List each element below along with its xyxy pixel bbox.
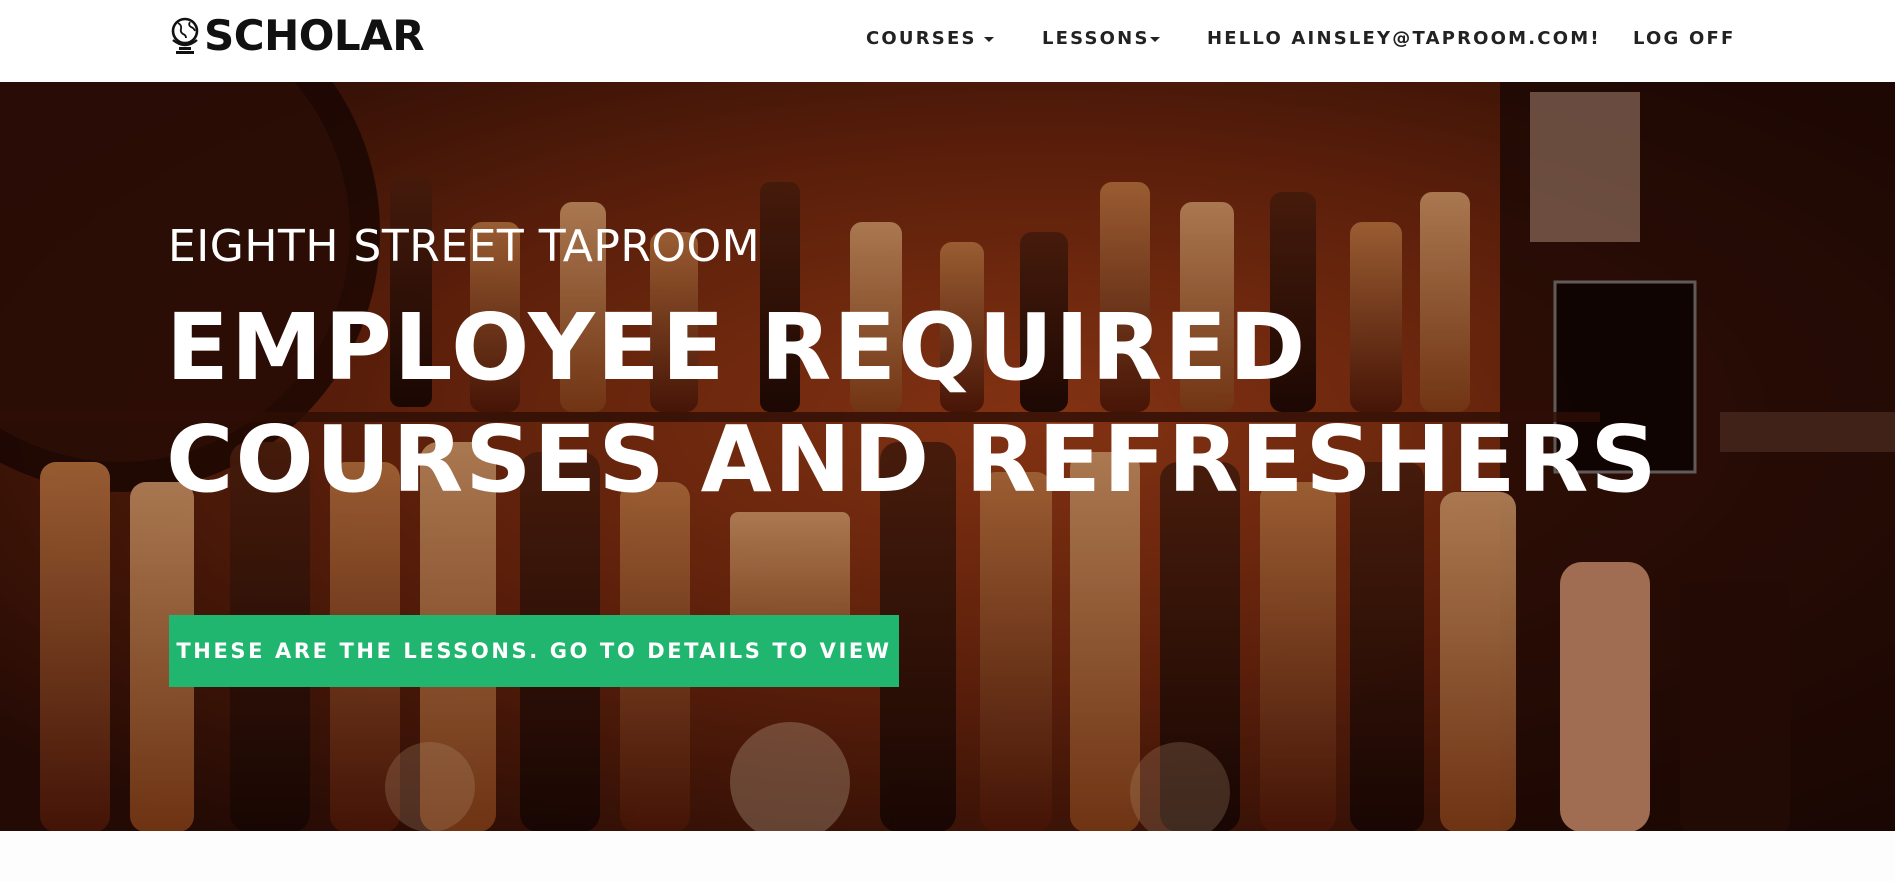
nav-logoff-label: LOG OFF [1633, 27, 1736, 49]
nav-user-greeting[interactable]: HELLO AINSLEY@TAPROOM.COM! [1207, 24, 1601, 52]
nav-courses-label: COURSES [866, 27, 977, 49]
nav-courses-dropdown[interactable]: COURSES [866, 24, 994, 52]
globe-icon [171, 17, 199, 54]
nav-greeting-label: HELLO AINSLEY@TAPROOM.COM! [1207, 27, 1601, 49]
brand-name: SCHOLAR [204, 11, 425, 60]
hero-kicker: EIGHTH STREET TAPROOM [168, 221, 761, 272]
view-lessons-button[interactable]: THESE ARE THE LESSONS. GO TO DETAILS TO … [169, 615, 899, 687]
top-navbar: SCHOLAR COURSES LESSONS HELLO AINSLEY@TA… [0, 0, 1895, 82]
content-area [0, 831, 1895, 881]
nav-lessons-label: LESSONS [1042, 27, 1150, 49]
nav-lessons-dropdown[interactable]: LESSONS [1042, 24, 1160, 52]
hero-banner: EIGHTH STREET TAPROOM EMPLOYEE REQUIRED … [0, 82, 1895, 831]
hero-title: EMPLOYEE REQUIRED COURSES AND REFRESHERS [166, 292, 1886, 516]
hero-title-line-2: COURSES AND REFRESHERS [166, 406, 1659, 513]
brand-logo-link[interactable]: SCHOLAR [168, 11, 425, 60]
chevron-down-icon [1149, 36, 1160, 42]
chevron-down-icon [983, 36, 994, 42]
hero-title-line-1: EMPLOYEE REQUIRED [166, 294, 1308, 401]
nav-logoff-link[interactable]: LOG OFF [1633, 24, 1735, 52]
